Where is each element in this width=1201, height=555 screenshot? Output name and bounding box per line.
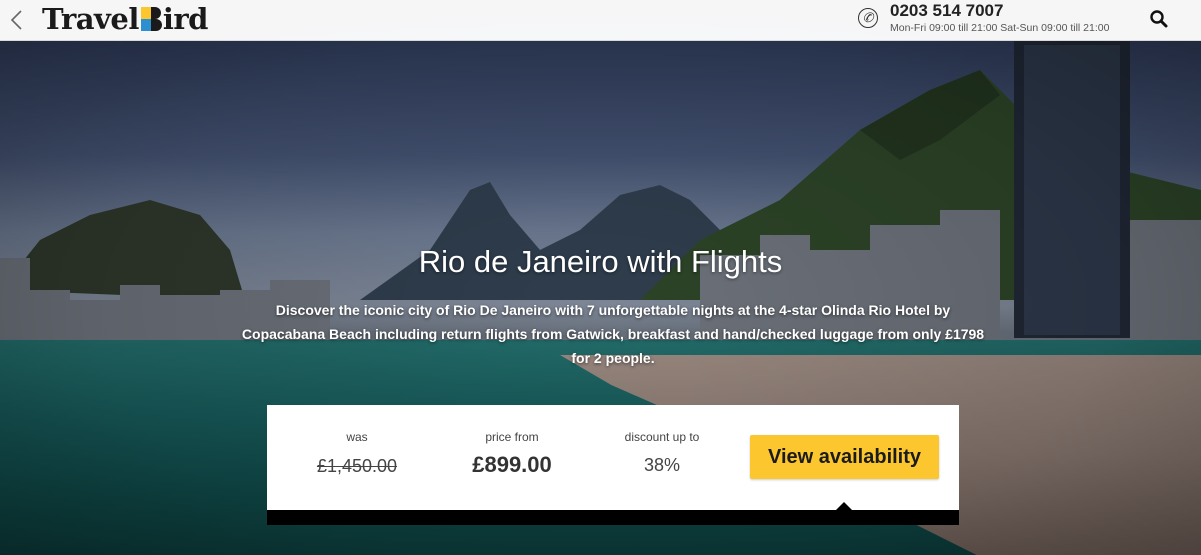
price-panel-bar <box>267 510 959 525</box>
price-panel: was £1,450.00 price from £899.00 discoun… <box>267 405 959 510</box>
price-from-label: price from <box>485 430 539 444</box>
chevron-left-icon <box>10 10 22 30</box>
was-label: was <box>346 430 368 444</box>
header-bar: Travel ird ✆ 0203 514 7007 Mon-Fri 09:00… <box>0 0 1201 41</box>
hero-description: Discover the iconic city of Rio De Janei… <box>241 302 985 366</box>
discount-group: discount up to 38% <box>587 430 737 476</box>
was-price: £1,450.00 <box>316 456 398 476</box>
logo-text-right: ird <box>162 2 209 36</box>
discount-value: 38% <box>643 455 681 475</box>
logo-b-mark <box>140 6 162 32</box>
phone-icon: ✆ <box>858 8 878 28</box>
phone-number[interactable]: 0203 514 7007 <box>890 1 1003 21</box>
logo[interactable]: Travel ird <box>42 2 208 36</box>
phone-hours: Mon-Fri 09:00 till 21:00 Sat-Sun 09:00 t… <box>890 22 1110 34</box>
search-button[interactable] <box>1148 8 1170 30</box>
discount-label: discount up to <box>624 430 700 444</box>
current-price-group: price from £899.00 <box>437 430 587 478</box>
search-icon <box>1150 10 1168 28</box>
hero-title: Rio de Janeiro with Flights <box>418 244 783 279</box>
was-price-group: was £1,450.00 <box>282 430 432 477</box>
current-price: £899.00 <box>472 452 552 477</box>
back-button[interactable] <box>4 6 28 34</box>
logo-text-left: Travel <box>42 2 139 36</box>
view-availability-button[interactable]: View availability <box>750 435 939 479</box>
